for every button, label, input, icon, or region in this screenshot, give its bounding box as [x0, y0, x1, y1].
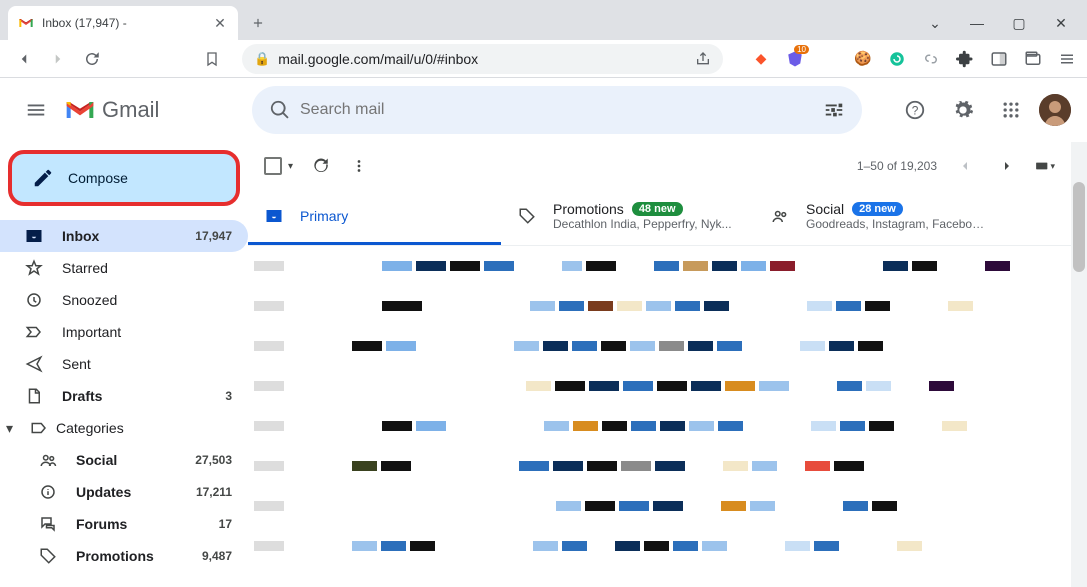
back-button[interactable] [10, 45, 38, 73]
mail-row[interactable] [248, 286, 1071, 326]
sidebar-item-categories[interactable]: ▾ Categories [0, 412, 248, 444]
new-tab-button[interactable] [244, 9, 272, 37]
inbox-icon [264, 206, 284, 226]
maximize-icon[interactable]: ▢ [1007, 15, 1031, 32]
sidebar-item-starred[interactable]: Starred [0, 252, 248, 284]
refresh-button[interactable] [311, 156, 331, 176]
sidebar-item-social[interactable]: Social 27,503 [0, 444, 248, 476]
people-icon [770, 206, 790, 226]
support-button[interactable]: ? [895, 90, 935, 130]
inbox-icon [24, 226, 44, 246]
tab-primary[interactable]: Primary [248, 190, 501, 245]
forward-button[interactable] [44, 45, 72, 73]
sidepanel-icon[interactable] [989, 49, 1009, 69]
prev-page-button[interactable] [951, 152, 979, 180]
compose-label: Compose [68, 170, 128, 186]
mail-row[interactable] [248, 326, 1071, 366]
caret-down-icon: ▾ [6, 420, 22, 437]
content-area: ▾ 1–50 of 19,203 ▾ Primary Promotions48 … [248, 142, 1087, 587]
mail-row[interactable] [248, 526, 1071, 566]
select-all-checkbox[interactable] [264, 157, 282, 175]
minimize-icon[interactable]: — [965, 15, 989, 32]
cookie-icon[interactable]: 🍪 [853, 49, 873, 69]
tag-icon [38, 546, 58, 566]
sidebar: Compose Inbox 17,947 Starred Snoozed Imp… [0, 142, 248, 587]
mail-row[interactable] [248, 406, 1071, 446]
tab-promotions[interactable]: Promotions48 new Decathlon India, Pepper… [501, 190, 754, 245]
link-icon[interactable] [921, 49, 941, 69]
brave-icon[interactable]: ◆ [751, 49, 771, 69]
info-icon [38, 482, 58, 502]
pagination-range: 1–50 of 19,203 [857, 159, 937, 173]
people-icon [38, 450, 58, 470]
mail-list[interactable] [248, 246, 1071, 587]
sidebar-item-snoozed[interactable]: Snoozed [0, 284, 248, 316]
more-button[interactable] [349, 156, 369, 176]
shield-icon[interactable]: 10 [785, 49, 805, 69]
send-icon [24, 354, 44, 374]
window-controls: ⌄ — ▢ ✕ [923, 15, 1087, 40]
forum-icon [38, 514, 58, 534]
search-icon[interactable] [260, 90, 300, 130]
pencil-icon [32, 167, 54, 189]
sidebar-item-important[interactable]: Important [0, 316, 248, 348]
label-icon [30, 419, 48, 437]
lock-icon: 🔒 [254, 51, 270, 67]
sidebar-item-promotions[interactable]: Promotions 9,487 [0, 540, 248, 572]
search-bar[interactable] [252, 86, 862, 134]
reload-button[interactable] [78, 45, 106, 73]
draft-icon [24, 386, 44, 406]
gmail-favicon [18, 15, 34, 31]
browser-address-bar: 🔒 mail.google.com/mail/u/0/#inbox ◆ 10 🍪 [0, 40, 1087, 78]
scrollbar-thumb[interactable] [1073, 182, 1085, 272]
close-tab-icon[interactable]: ✕ [212, 15, 228, 31]
tab-social[interactable]: Social28 new Goodreads, Instagram, Faceb… [754, 190, 1007, 245]
next-page-button[interactable] [993, 152, 1021, 180]
url-text: mail.google.com/mail/u/0/#inbox [278, 51, 687, 67]
important-icon [24, 322, 44, 342]
sidebar-item-inbox[interactable]: Inbox 17,947 [0, 220, 248, 252]
clock-icon [24, 290, 44, 310]
close-window-icon[interactable]: ✕ [1049, 15, 1073, 32]
bookmark-icon[interactable] [198, 45, 226, 73]
sidebar-item-drafts[interactable]: Drafts 3 [0, 380, 248, 412]
settings-button[interactable] [943, 90, 983, 130]
mail-row[interactable] [248, 446, 1071, 486]
gmail-header: Gmail ? [0, 78, 1087, 142]
compose-button[interactable]: Compose [8, 150, 240, 206]
browser-tab[interactable]: Inbox (17,947) - ✕ [8, 6, 238, 40]
search-input[interactable] [300, 101, 814, 119]
mail-row[interactable] [248, 486, 1071, 526]
wallet-icon[interactable] [1023, 49, 1043, 69]
sidebar-item-forums[interactable]: Forums 17 [0, 508, 248, 540]
mail-row[interactable] [248, 246, 1071, 286]
sidebar-item-sent[interactable]: Sent [0, 348, 248, 380]
apps-button[interactable] [991, 90, 1031, 130]
svg-text:?: ? [912, 104, 919, 118]
chevron-down-icon[interactable]: ⌄ [923, 15, 947, 32]
main-menu-button[interactable] [16, 90, 56, 130]
share-icon[interactable] [695, 51, 711, 67]
search-options-icon[interactable] [814, 90, 854, 130]
select-dropdown-icon[interactable]: ▾ [288, 161, 293, 172]
category-tabs: Primary Promotions48 new Decathlon India… [248, 190, 1071, 246]
gmail-logo[interactable]: Gmail [64, 97, 244, 123]
grammarly-icon[interactable] [887, 49, 907, 69]
gmail-wordmark: Gmail [102, 97, 159, 123]
account-avatar[interactable] [1039, 94, 1071, 126]
extensions-icon[interactable] [955, 49, 975, 69]
star-icon [24, 258, 44, 278]
mail-toolbar: ▾ 1–50 of 19,203 ▾ [248, 142, 1071, 190]
browser-menu-icon[interactable] [1057, 49, 1077, 69]
sidebar-item-updates[interactable]: Updates 17,211 [0, 476, 248, 508]
browser-tab-title: Inbox (17,947) - [42, 16, 204, 30]
url-bar[interactable]: 🔒 mail.google.com/mail/u/0/#inbox [242, 44, 723, 74]
vertical-scrollbar[interactable] [1071, 142, 1087, 587]
input-tools-button[interactable]: ▾ [1035, 156, 1055, 176]
browser-tab-strip: Inbox (17,947) - ✕ ⌄ — ▢ ✕ [0, 0, 1087, 40]
mail-row[interactable] [248, 366, 1071, 406]
tag-icon [517, 206, 537, 226]
browser-extension-icons: ◆ 10 🍪 [741, 49, 1077, 69]
